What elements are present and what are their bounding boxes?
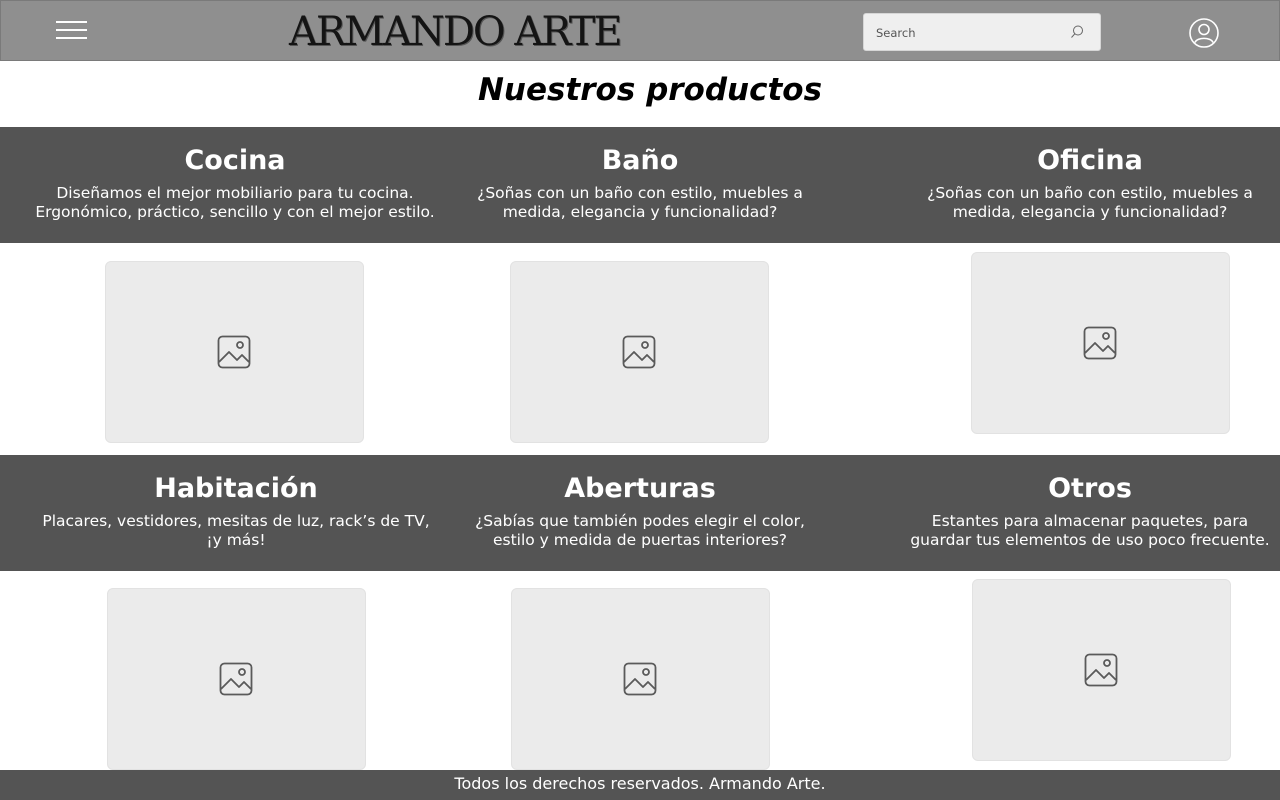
image-placeholder-icon xyxy=(1083,326,1117,360)
brand-logo[interactable]: ARMANDO ARTE xyxy=(289,9,623,55)
category-otros[interactable]: Otros Estantes para almacenar paquetes, … xyxy=(910,455,1270,550)
category-description: Placares, vestidores, mesitas de luz, ra… xyxy=(42,512,430,549)
category-title: Baño xyxy=(601,145,679,176)
category-title: Oficina xyxy=(1037,145,1143,176)
category-band: Cocina Diseñamos el mejor mobiliario par… xyxy=(0,127,1280,243)
image-placeholder-icon xyxy=(219,662,253,696)
bano-image-placeholder[interactable] xyxy=(510,261,769,443)
category-oficina[interactable]: Oficina ¿Soñas con un baño con estilo, m… xyxy=(905,127,1275,222)
top-nav-bar: ARMANDO ARTE xyxy=(0,0,1280,61)
aberturas-image-placeholder[interactable] xyxy=(511,588,770,770)
footer-text: Todos los derechos reservados. Armando A… xyxy=(454,774,826,793)
category-title: Habitación xyxy=(154,473,318,504)
page-title: Nuestros productos xyxy=(477,72,823,108)
cocina-image-placeholder[interactable] xyxy=(105,261,364,443)
category-title: Aberturas xyxy=(564,473,716,504)
habitacion-image-placeholder[interactable] xyxy=(107,588,366,770)
category-description: ¿Soñas con un baño con estilo, muebles a… xyxy=(477,184,803,221)
category-bano[interactable]: Baño ¿Soñas con un baño con estilo, mueb… xyxy=(470,127,810,222)
user-icon[interactable] xyxy=(1188,17,1220,49)
footer: Todos los derechos reservados. Armando A… xyxy=(0,770,1280,800)
oficina-image-placeholder[interactable] xyxy=(971,252,1230,434)
image-placeholder-icon xyxy=(622,335,656,369)
otros-image-placeholder[interactable] xyxy=(972,579,1231,761)
category-description: Estantes para almacenar paquetes, para g… xyxy=(910,512,1270,549)
menu-line xyxy=(56,21,87,23)
category-description: ¿Soñas con un baño con estilo, muebles a… xyxy=(927,184,1253,221)
menu-line xyxy=(56,29,87,31)
category-habitacion[interactable]: Habitación Placares, vestidores, mesitas… xyxy=(36,455,436,550)
category-description: ¿Sabías que también podes elegir el colo… xyxy=(475,512,805,549)
menu-line xyxy=(56,37,87,39)
search-icon[interactable] xyxy=(1069,24,1085,40)
category-title: Cocina xyxy=(184,145,286,176)
image-placeholder-icon xyxy=(1084,653,1118,687)
image-placeholder-icon xyxy=(623,662,657,696)
hamburger-menu-icon[interactable] xyxy=(56,21,89,41)
category-band: Habitación Placares, vestidores, mesitas… xyxy=(0,455,1280,571)
category-title: Otros xyxy=(1048,473,1132,504)
category-description: Diseñamos el mejor mobiliario para tu co… xyxy=(35,184,435,221)
image-placeholder-icon xyxy=(217,335,251,369)
search-input[interactable] xyxy=(876,23,1056,43)
search-box xyxy=(863,13,1101,51)
category-aberturas[interactable]: Aberturas ¿Sabías que también podes eleg… xyxy=(475,455,805,550)
category-cocina[interactable]: Cocina Diseñamos el mejor mobiliario par… xyxy=(35,127,435,222)
